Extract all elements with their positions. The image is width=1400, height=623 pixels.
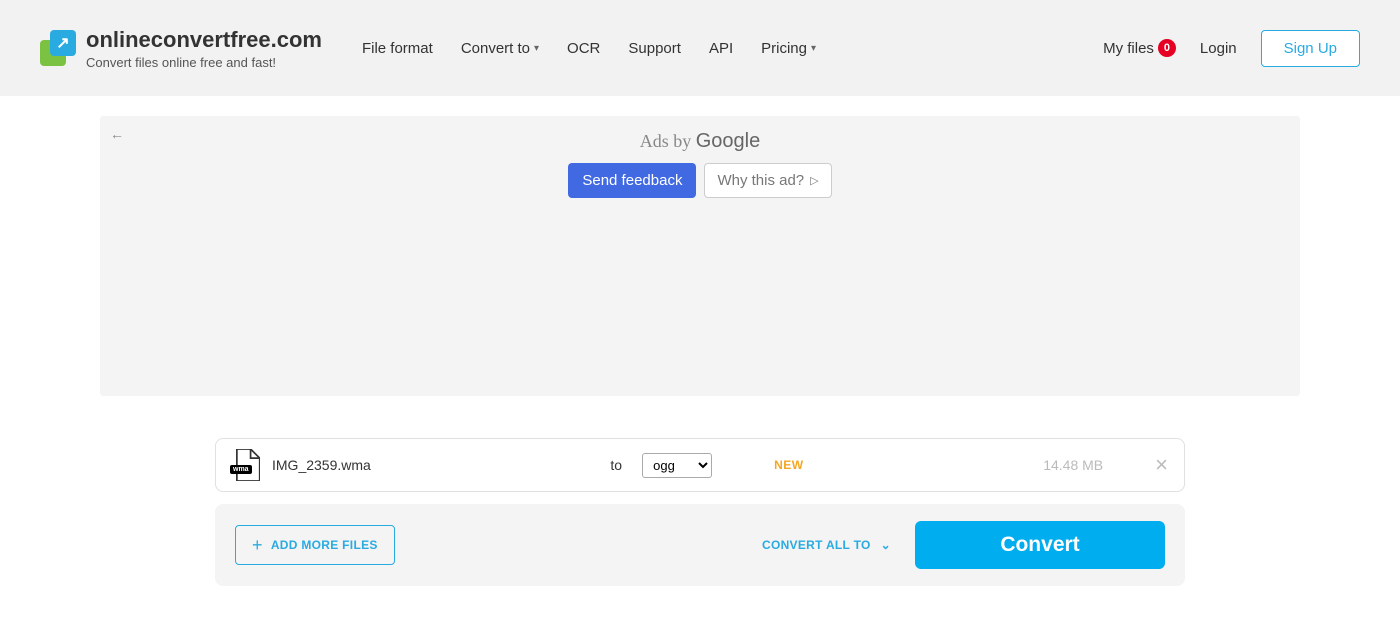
convert-all-label: CONVERT ALL TO bbox=[762, 538, 871, 552]
nav-support[interactable]: Support bbox=[628, 40, 681, 57]
format-select[interactable]: ogg bbox=[642, 453, 712, 478]
new-badge: NEW bbox=[774, 458, 804, 472]
ad-title-brand: Google bbox=[696, 130, 761, 152]
header: ↗ onlineconvertfree.com Convert files on… bbox=[0, 0, 1400, 96]
add-more-files-button[interactable]: + ADD MORE FILES bbox=[235, 525, 395, 565]
filesize: 14.48 MB bbox=[1043, 457, 1103, 473]
filename: IMG_2359.wma bbox=[272, 457, 371, 473]
my-files-link[interactable]: My files 0 bbox=[1103, 39, 1176, 57]
nav-file-format[interactable]: File format bbox=[362, 40, 433, 57]
my-files-count-badge: 0 bbox=[1158, 39, 1176, 57]
chevron-down-icon: ▾ bbox=[811, 43, 816, 54]
signup-button[interactable]: Sign Up bbox=[1261, 30, 1360, 67]
add-more-label: ADD MORE FILES bbox=[271, 538, 378, 552]
right-nav: My files 0 Login Sign Up bbox=[1103, 30, 1360, 67]
adchoices-icon: ▷ bbox=[810, 174, 818, 187]
tagline: Convert files online free and fast! bbox=[86, 55, 322, 70]
chevron-down-icon: ▾ bbox=[534, 43, 539, 54]
send-feedback-button[interactable]: Send feedback bbox=[568, 163, 696, 198]
logo-text: onlineconvertfree.com Convert files onli… bbox=[86, 27, 322, 70]
main-nav: File format Convert to▾ OCR Support API … bbox=[362, 40, 1103, 57]
why-this-ad-button[interactable]: Why this ad? ▷ bbox=[704, 163, 831, 198]
ad-title: Ads by Google bbox=[100, 130, 1300, 153]
nav-label: Pricing bbox=[761, 40, 807, 57]
to-label: to bbox=[610, 457, 622, 473]
ad-region: ← Ads by Google Send feedback Why this a… bbox=[100, 116, 1300, 396]
nav-label: File format bbox=[362, 40, 433, 57]
my-files-label: My files bbox=[1103, 40, 1154, 57]
chevron-down-icon: ⌄ bbox=[881, 538, 891, 552]
file-row: wma IMG_2359.wma to ogg NEW 14.48 MB × bbox=[215, 438, 1185, 492]
nav-ocr[interactable]: OCR bbox=[567, 40, 600, 57]
ad-buttons: Send feedback Why this ad? ▷ bbox=[100, 163, 1300, 198]
file-ext-badge: wma bbox=[230, 465, 252, 474]
nav-convert-to[interactable]: Convert to ▾ bbox=[461, 40, 539, 57]
nav-label: OCR bbox=[567, 40, 600, 57]
nav-label: Convert to bbox=[461, 40, 530, 57]
nav-label: API bbox=[709, 40, 733, 57]
remove-file-icon[interactable]: × bbox=[1155, 452, 1168, 478]
convert-all-to-dropdown[interactable]: CONVERT ALL TO ⌄ bbox=[762, 538, 891, 552]
nav-label: Support bbox=[628, 40, 681, 57]
nav-pricing[interactable]: Pricing ▾ bbox=[761, 40, 816, 57]
ad-back-arrow-icon[interactable]: ← bbox=[110, 126, 124, 142]
plus-icon: + bbox=[252, 536, 263, 554]
why-ad-label: Why this ad? bbox=[717, 172, 804, 189]
ad-title-prefix: Ads by bbox=[640, 131, 696, 151]
nav-api[interactable]: API bbox=[709, 40, 733, 57]
login-link[interactable]: Login bbox=[1200, 40, 1237, 57]
site-name: onlineconvertfree.com bbox=[86, 27, 322, 53]
action-row: + ADD MORE FILES CONVERT ALL TO ⌄ Conver… bbox=[215, 504, 1185, 586]
convert-button[interactable]: Convert bbox=[915, 521, 1165, 569]
file-type-icon: wma bbox=[232, 449, 260, 481]
logo-block[interactable]: ↗ onlineconvertfree.com Convert files on… bbox=[40, 27, 322, 70]
logo-icon: ↗ bbox=[40, 30, 76, 66]
